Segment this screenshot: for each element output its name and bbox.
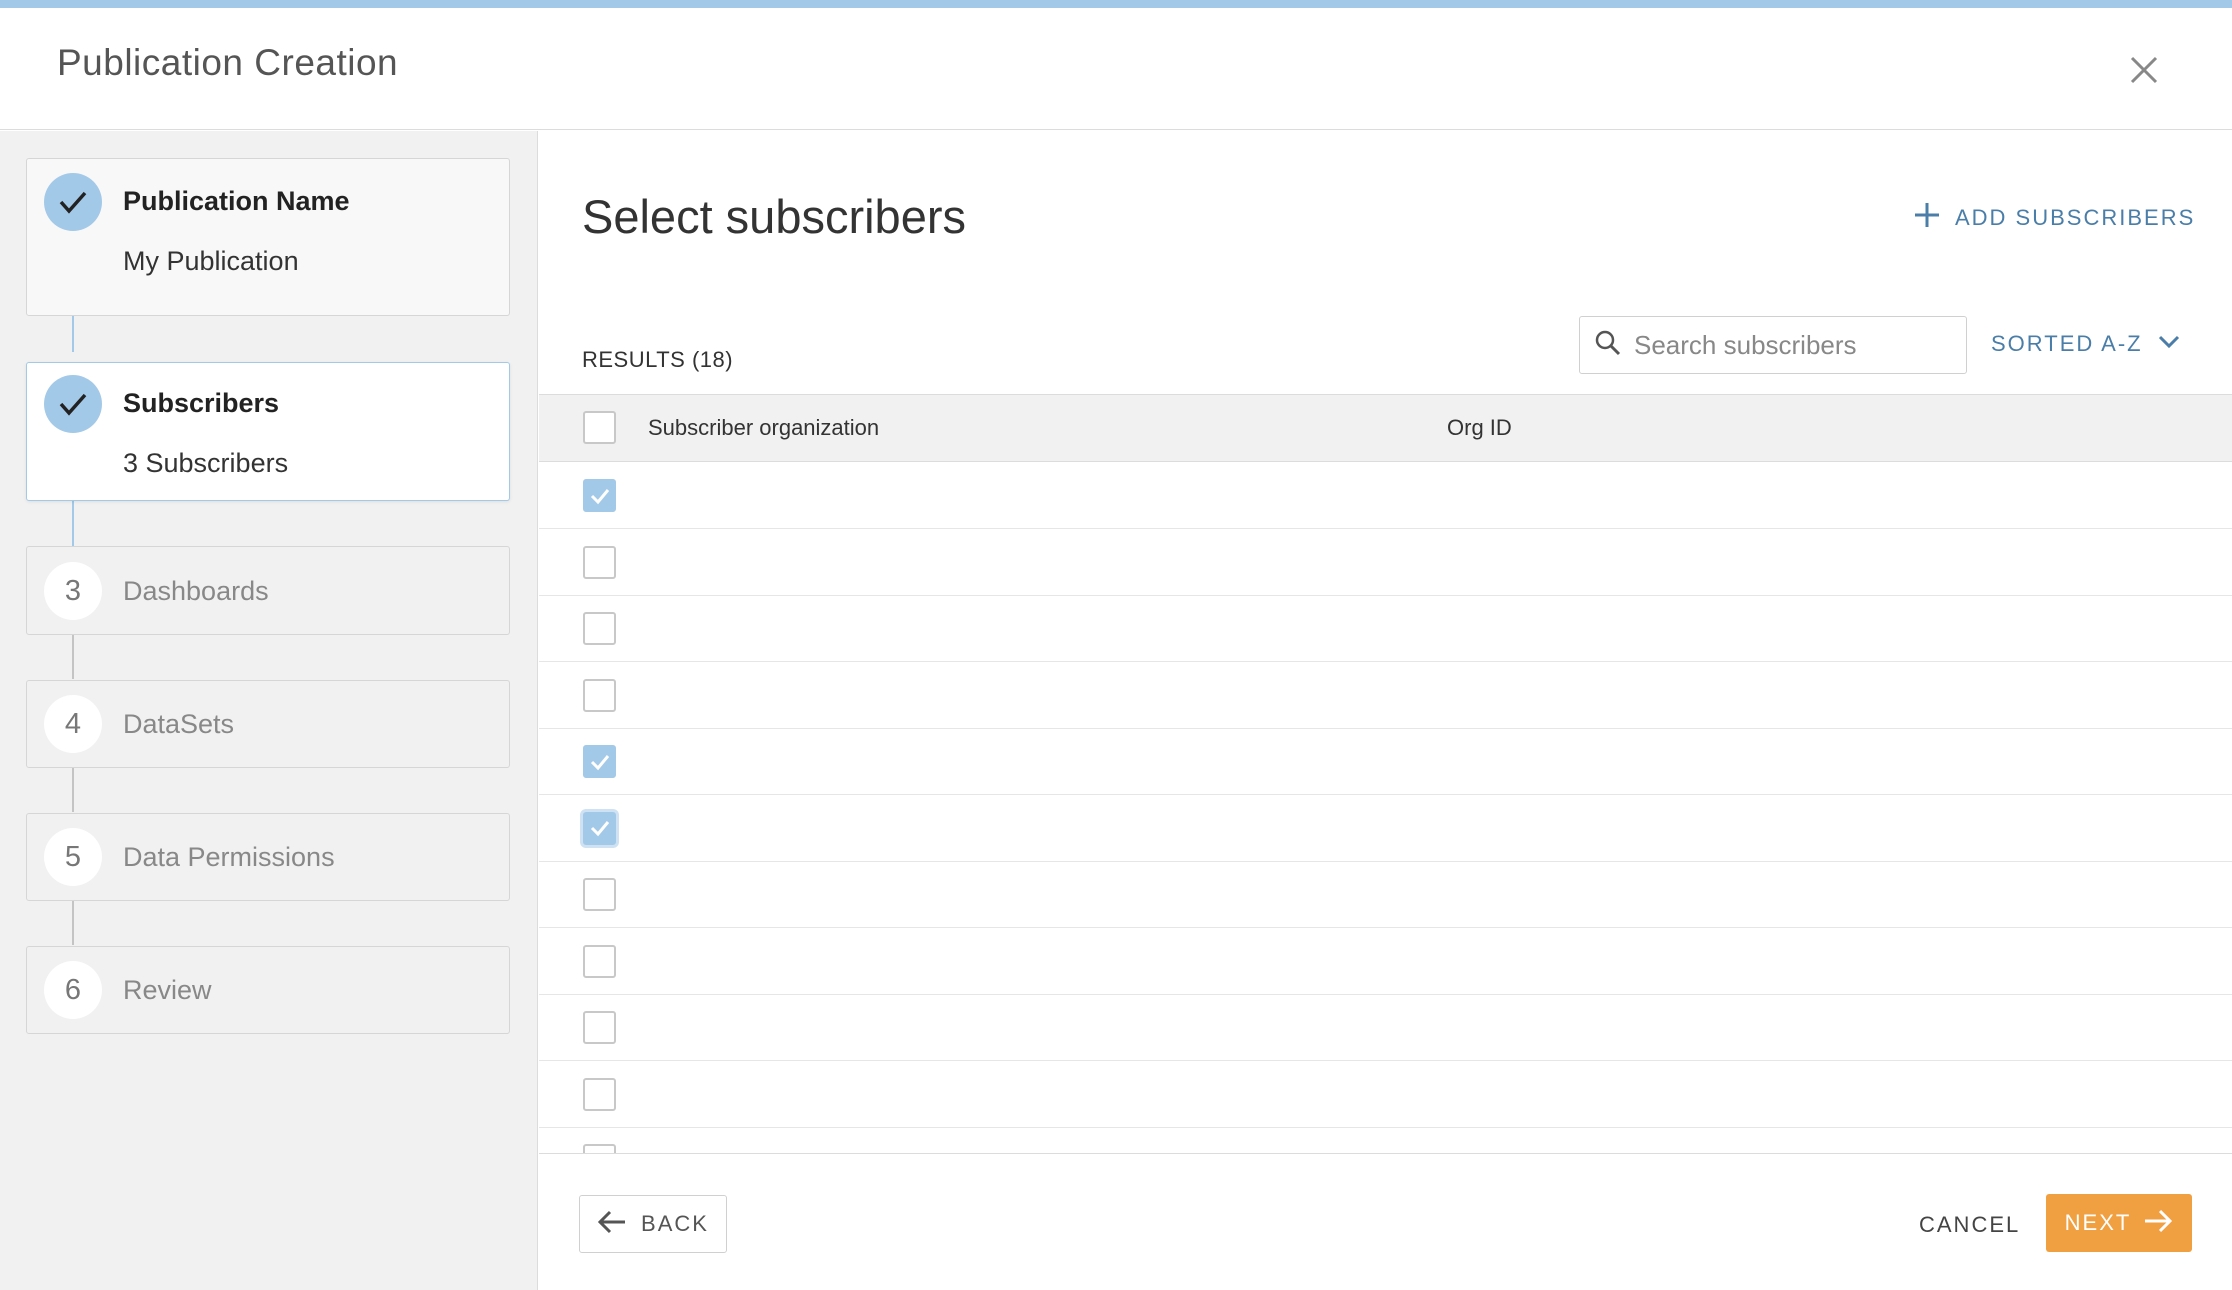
search-box bbox=[1579, 316, 1967, 374]
step-label: Dashboards bbox=[123, 576, 269, 606]
step-number: 4 bbox=[44, 695, 102, 753]
step-review[interactable]: 6 Review bbox=[26, 946, 510, 1034]
row-checkbox[interactable] bbox=[583, 1077, 616, 1111]
row-checkbox[interactable] bbox=[583, 745, 616, 778]
step-label: Subscribers bbox=[123, 388, 280, 418]
step-connector bbox=[72, 316, 74, 352]
table-row[interactable] bbox=[539, 596, 2232, 662]
step-data-permissions[interactable]: 5 Data Permissions bbox=[26, 813, 510, 901]
table-row[interactable] bbox=[539, 463, 2232, 529]
dialog-title: Publication Creation bbox=[57, 42, 399, 83]
next-label: NEXT bbox=[2064, 1210, 2132, 1235]
check-icon bbox=[44, 375, 102, 433]
step-dashboards[interactable]: 3 Dashboards bbox=[26, 546, 510, 635]
row-checkbox[interactable] bbox=[583, 479, 616, 512]
arrow-right-icon bbox=[2143, 1208, 2173, 1239]
table-row[interactable] bbox=[539, 929, 2232, 995]
table-row[interactable] bbox=[539, 530, 2232, 596]
row-checkbox[interactable] bbox=[583, 545, 616, 579]
step-summary: My Publication bbox=[123, 246, 299, 276]
table-row[interactable] bbox=[539, 796, 2232, 862]
step-datasets[interactable]: 4 DataSets bbox=[26, 680, 510, 768]
column-header-org: Subscriber organization bbox=[648, 415, 880, 440]
results-count: RESULTS (18) bbox=[582, 347, 734, 372]
step-connector bbox=[72, 901, 74, 945]
search-input[interactable] bbox=[1634, 329, 1954, 361]
table-row[interactable] bbox=[539, 663, 2232, 729]
step-connector bbox=[72, 768, 74, 812]
search-icon bbox=[1594, 329, 1622, 362]
sort-label: SORTED A-Z bbox=[1991, 331, 2143, 356]
table-header: Subscriber organization Org ID bbox=[539, 394, 2232, 462]
row-checkbox[interactable] bbox=[583, 612, 616, 645]
steps-sidebar: Publication Name My Publication Subscrib… bbox=[0, 131, 538, 1290]
step-connector bbox=[72, 501, 74, 546]
step-number: 3 bbox=[44, 562, 102, 620]
back-label: BACK bbox=[641, 1211, 709, 1236]
row-checkbox[interactable] bbox=[583, 811, 616, 845]
step-summary: 3 Subscribers bbox=[123, 448, 289, 478]
add-subscribers-button[interactable]: ADD SUBSCRIBERS bbox=[1913, 201, 2195, 234]
step-label: Data Permissions bbox=[123, 842, 335, 872]
step-label: DataSets bbox=[123, 709, 235, 739]
row-checkbox[interactable] bbox=[583, 1011, 616, 1044]
cancel-button[interactable]: CANCEL bbox=[1919, 1212, 2020, 1238]
step-label: Publication Name bbox=[123, 186, 350, 216]
sort-dropdown[interactable]: SORTED A-Z bbox=[1991, 331, 2181, 357]
close-icon[interactable] bbox=[2124, 50, 2164, 90]
back-button[interactable]: BACK bbox=[579, 1195, 727, 1253]
add-subscribers-label: ADD SUBSCRIBERS bbox=[1955, 204, 2196, 230]
chevron-down-icon bbox=[2157, 334, 2181, 355]
table-row[interactable] bbox=[539, 862, 2232, 928]
select-all-checkbox[interactable] bbox=[583, 411, 616, 444]
page-title: Select subscribers bbox=[582, 190, 966, 243]
arrow-left-icon bbox=[597, 1209, 627, 1240]
top-accent-bar bbox=[0, 0, 2232, 8]
step-publication-name[interactable]: Publication Name My Publication bbox=[26, 158, 510, 316]
step-connector bbox=[72, 635, 74, 679]
check-icon bbox=[44, 173, 102, 231]
table-row[interactable] bbox=[539, 729, 2232, 795]
row-checkbox[interactable] bbox=[583, 944, 616, 978]
main-panel: Select subscribers ADD SUBSCRIBERS RESUL… bbox=[539, 131, 2232, 1290]
table-row[interactable] bbox=[539, 1062, 2232, 1128]
next-button[interactable]: NEXT bbox=[2046, 1194, 2192, 1252]
dialog-header: Publication Creation bbox=[0, 8, 2232, 130]
dialog-footer: BACK CANCEL NEXT bbox=[539, 1153, 2232, 1290]
column-header-org-id: Org ID bbox=[1447, 415, 1512, 440]
row-checkbox[interactable] bbox=[583, 678, 616, 712]
row-checkbox[interactable] bbox=[583, 878, 616, 911]
step-label: Review bbox=[123, 975, 212, 1005]
plus-icon bbox=[1913, 201, 1941, 234]
step-number: 6 bbox=[44, 961, 102, 1019]
table-row[interactable] bbox=[539, 995, 2232, 1061]
step-number: 5 bbox=[44, 828, 102, 886]
step-subscribers[interactable]: Subscribers 3 Subscribers bbox=[26, 362, 510, 501]
